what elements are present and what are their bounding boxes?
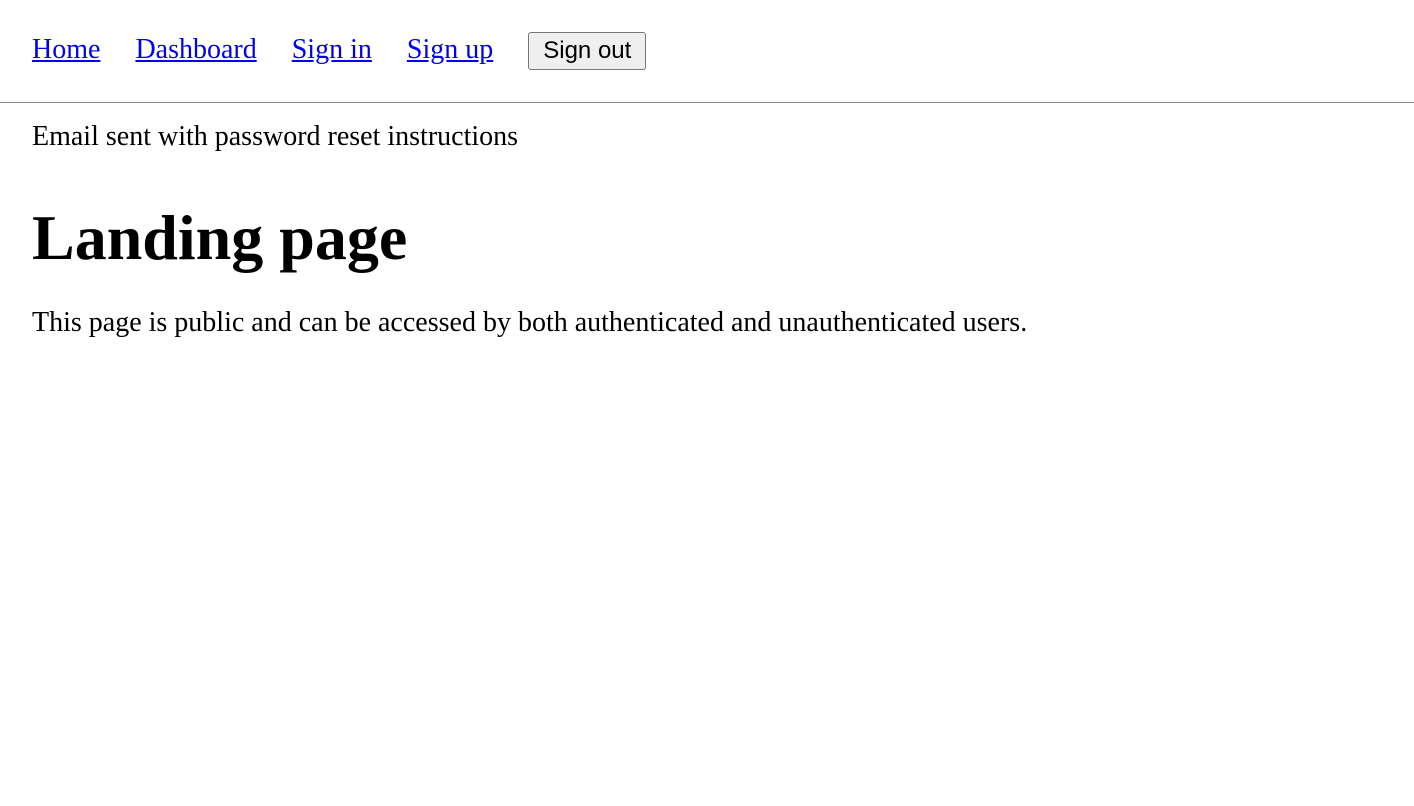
nav-link-home[interactable]: Home: [32, 34, 100, 65]
flash-message: Email sent with password reset instructi…: [32, 121, 1382, 153]
divider: [0, 102, 1414, 103]
nav-link-sign-up[interactable]: Sign up: [407, 34, 493, 65]
page-title: Landing page: [32, 201, 1382, 275]
nav-link-sign-in[interactable]: Sign in: [292, 34, 372, 65]
page-description: This page is public and can be accessed …: [32, 307, 1382, 339]
main-nav: Home Dashboard Sign in Sign up Sign out: [0, 0, 1414, 102]
sign-out-button[interactable]: Sign out: [528, 32, 646, 70]
page-content: Email sent with password reset instructi…: [0, 121, 1414, 339]
nav-link-dashboard[interactable]: Dashboard: [135, 34, 256, 65]
